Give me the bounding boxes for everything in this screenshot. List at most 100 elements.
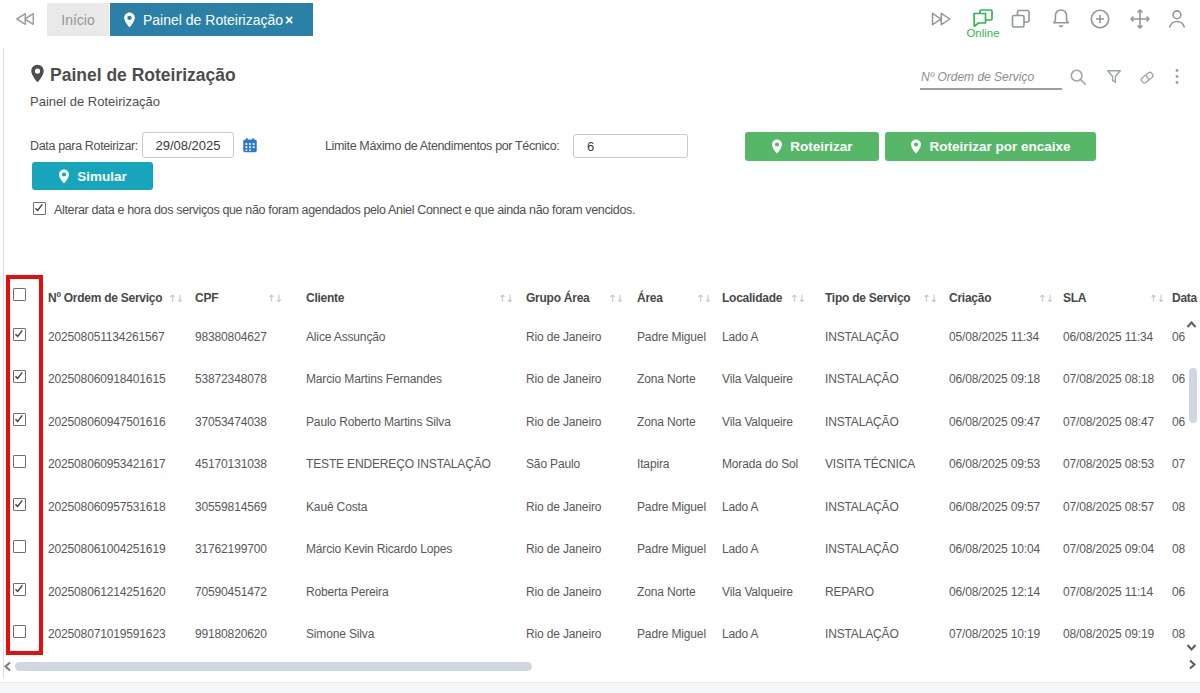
table-cell: 202508060953421617 — [48, 457, 165, 471]
sort-icon[interactable]: ↑↓ — [1038, 293, 1053, 304]
tab-painel-de-roteirizacao[interactable]: Painel de Roteirização × — [110, 3, 313, 36]
column-header[interactable]: Grupo Área — [526, 291, 590, 305]
table-cell: 202508061214251620 — [48, 585, 165, 599]
table-cell: Kauê Costa — [306, 500, 367, 514]
scroll-up-icon[interactable] — [1185, 319, 1198, 331]
column-header[interactable]: Tipo de Serviço — [825, 291, 910, 305]
table-cell: Padre Miguel — [637, 627, 706, 641]
table-cell: Padre Miguel — [637, 500, 706, 514]
table-cell: 98380804627 — [195, 330, 267, 344]
date-input[interactable]: 29/08/2025 — [142, 132, 234, 158]
vertical-scrollbar[interactable] — [1189, 368, 1197, 423]
page-subtitle: Painel de Roteirização — [30, 94, 160, 109]
simular-button[interactable]: Simular — [32, 162, 153, 190]
location-pin-icon — [771, 139, 783, 154]
more-options-icon[interactable] — [1166, 66, 1188, 88]
scroll-right-icon[interactable] — [1186, 658, 1198, 671]
table-cell: 06 — [1172, 585, 1185, 599]
column-header[interactable]: Cliente — [306, 291, 344, 305]
search-input[interactable]: Nº Ordem de Serviço — [921, 70, 1034, 84]
table-cell: Rio de Janeiro — [526, 415, 601, 429]
table-cell: 06 — [1172, 415, 1185, 429]
sort-icon[interactable]: ↑↓ — [696, 293, 711, 304]
scroll-down-icon[interactable] — [1185, 641, 1198, 653]
column-header[interactable]: Criação — [949, 291, 991, 305]
eraser-icon[interactable] — [1137, 68, 1157, 87]
add-circle-icon[interactable] — [1088, 7, 1112, 31]
collapse-tabs-icon[interactable] — [13, 9, 36, 29]
roteirizar-label: Roteirizar — [790, 139, 852, 154]
fast-forward-icon[interactable] — [929, 8, 953, 30]
table-cell: 06 — [1172, 372, 1185, 386]
date-label: Data para Roteirizar: — [30, 139, 138, 153]
table-cell: 06 — [1172, 330, 1185, 344]
table-cell: Lado A — [722, 627, 758, 641]
table-cell: 70590451472 — [195, 585, 267, 599]
table-cell: 06/08/2025 09:57 — [949, 500, 1040, 514]
move-icon[interactable] — [1128, 7, 1152, 31]
sort-icon[interactable]: ↑↓ — [267, 293, 282, 304]
table-cell: 202508060918401615 — [48, 372, 165, 386]
table-cell: 07/08/2025 11:14 — [1063, 585, 1153, 599]
table-cell: Padre Miguel — [637, 542, 706, 556]
table-cell: INSTALAÇÃO — [825, 415, 899, 429]
table-cell: 07/08/2025 08:18 — [1063, 372, 1154, 386]
table-cell: 05/08/2025 11:34 — [949, 330, 1039, 344]
roteirizar-por-encaixe-button[interactable]: Roteirizar por encaixe — [885, 132, 1096, 161]
tab-bar: Início Painel de Roteirização × Online — [0, 0, 1200, 38]
table-cell: Márcio Kevin Ricardo Lopes — [306, 542, 452, 556]
simular-label: Simular — [77, 169, 127, 184]
alter-datetime-checkbox[interactable] — [33, 202, 46, 215]
search-icon[interactable] — [1067, 66, 1089, 88]
table-cell: 202508051134261567 — [48, 330, 165, 344]
sort-icon[interactable]: ↑↓ — [1149, 293, 1164, 304]
table-cell: INSTALAÇÃO — [825, 500, 899, 514]
encaixe-label: Roteirizar por encaixe — [929, 139, 1070, 154]
filter-icon[interactable] — [1104, 67, 1124, 87]
horizontal-scrollbar[interactable] — [15, 662, 532, 671]
notifications-bell-icon[interactable] — [1049, 7, 1073, 31]
table-cell: Lado A — [722, 542, 758, 556]
table-cell: REPARO — [825, 585, 874, 599]
table-cell: Zona Norte — [637, 585, 696, 599]
table-cell: Rio de Janeiro — [526, 372, 601, 386]
column-header[interactable]: Data — [1172, 291, 1197, 305]
table-cell: INSTALAÇÃO — [825, 627, 899, 641]
sort-icon[interactable]: ↑↓ — [790, 293, 805, 304]
scroll-left-icon[interactable] — [2, 660, 14, 673]
table-cell: 31762199700 — [195, 542, 267, 556]
column-header[interactable]: CPF — [195, 291, 218, 305]
table-cell: Simone Silva — [306, 627, 374, 641]
column-header[interactable]: Localidade — [722, 291, 782, 305]
annotation-highlight-box — [6, 275, 43, 655]
table-cell: 07/08/2025 10:19 — [949, 627, 1040, 641]
sort-icon[interactable]: ↑↓ — [168, 293, 183, 304]
table-cell: 06/08/2025 11:34 — [1063, 330, 1153, 344]
table-cell: 202508061004251619 — [48, 542, 165, 556]
limit-input[interactable]: 6 — [573, 134, 688, 158]
column-header[interactable]: Área — [637, 291, 663, 305]
table-cell: 06/08/2025 09:18 — [949, 372, 1040, 386]
tab-inicio[interactable]: Início — [47, 3, 109, 36]
table-cell: 202508060947501616 — [48, 415, 165, 429]
page-title-pin-icon — [30, 64, 45, 83]
table-cell: Roberta Pereira — [306, 585, 388, 599]
sort-icon[interactable]: ↑↓ — [608, 293, 623, 304]
table-cell: Zona Norte — [637, 372, 696, 386]
table-cell: Morada do Sol — [722, 457, 798, 471]
user-icon[interactable] — [1165, 7, 1189, 31]
table-cell: Lado A — [722, 330, 758, 344]
column-header[interactable]: SLA — [1063, 291, 1086, 305]
limit-label: Limite Máximo de Atendimentos por Técnic… — [325, 139, 560, 153]
table-cell: 07/08/2025 08:53 — [1063, 457, 1154, 471]
sort-icon[interactable]: ↑↓ — [922, 293, 937, 304]
table-cell: 08 — [1172, 500, 1185, 514]
table-cell: 45170131038 — [195, 457, 267, 471]
roteirizar-button[interactable]: Roteirizar — [745, 132, 879, 161]
copy-windows-icon[interactable] — [1009, 8, 1033, 30]
column-header[interactable]: Nº Ordem de Serviço — [48, 291, 162, 305]
calendar-icon[interactable] — [241, 136, 259, 154]
tab-close-icon[interactable]: × — [285, 13, 293, 27]
panel-left-border — [3, 48, 4, 678]
sort-icon[interactable]: ↑↓ — [498, 293, 513, 304]
